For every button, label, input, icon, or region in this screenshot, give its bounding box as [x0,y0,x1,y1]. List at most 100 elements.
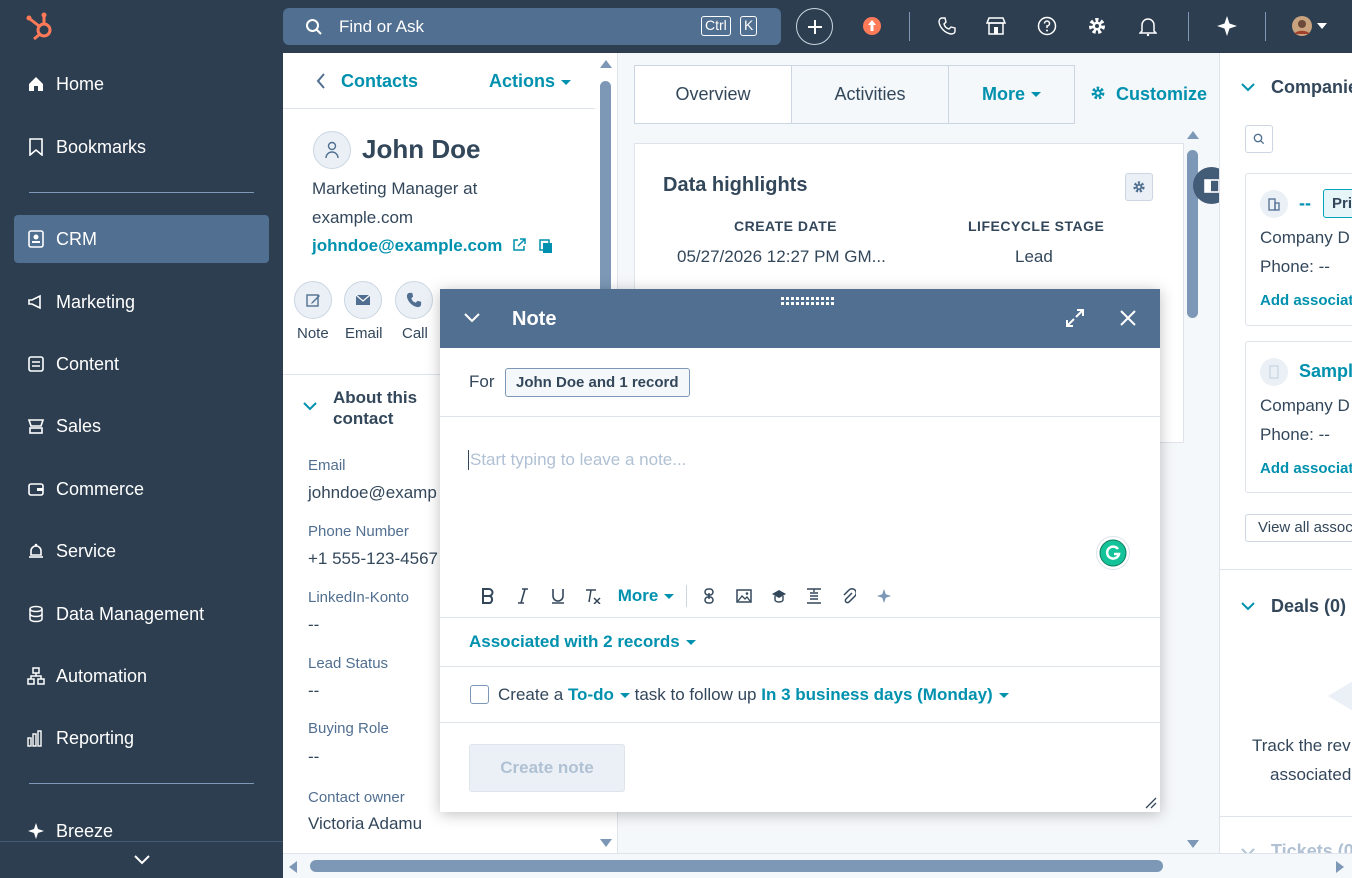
nav-marketing[interactable]: Marketing [14,278,269,326]
deals-section-title[interactable]: Deals (0) [1271,596,1346,617]
add-association-link[interactable]: Add associati [1260,460,1352,477]
insert-link-button[interactable] [691,584,726,608]
card-settings-button[interactable] [1125,173,1153,201]
collapse-chevron-icon[interactable] [463,312,481,324]
actions-dropdown[interactable]: Actions [489,71,572,92]
marketplace-icon[interactable] [984,14,1008,38]
close-icon[interactable] [1119,309,1137,327]
ai-assist-button[interactable] [866,584,901,608]
property-value[interactable]: -- [308,747,319,767]
grammarly-button[interactable] [1096,536,1130,570]
scroll-up-arrow-icon[interactable] [599,59,613,69]
italic-button[interactable] [505,584,540,608]
copilot-sparkle-icon[interactable] [1215,14,1239,38]
hubspot-logo-icon[interactable] [24,10,56,42]
back-to-contacts-link[interactable]: Contacts [341,71,418,92]
note-action-label: Note [297,325,329,342]
nav-reporting[interactable]: Reporting [14,714,269,762]
underline-icon [551,588,565,604]
copy-icon[interactable] [539,239,553,254]
company-name-link[interactable]: Sample [1299,361,1352,382]
person-icon [324,141,340,159]
nav-home[interactable]: Home [14,60,269,108]
drag-handle-icon[interactable] [781,297,835,305]
tab-overview[interactable]: Overview [635,66,792,123]
property-value[interactable]: +1 555-123-4567 [308,549,438,569]
notifications-bell-icon[interactable] [1136,14,1160,38]
insert-snippet-button[interactable] [796,584,831,608]
database-icon [26,604,46,624]
companies-search-button[interactable] [1245,125,1273,153]
nav-sales[interactable]: Sales [14,402,269,450]
customize-button[interactable]: Customize [1116,84,1207,105]
create-note-button[interactable]: Create note [469,744,625,792]
note-modal-header[interactable]: Note [440,289,1160,348]
associated-records-chip[interactable]: John Doe and 1 record [505,368,690,397]
underline-button[interactable] [540,584,575,608]
more-formatting-dropdown[interactable]: More [610,584,682,608]
resize-handle-icon[interactable] [1145,797,1157,809]
sparkle-icon [26,821,46,841]
scroll-left-arrow-icon[interactable] [288,860,298,874]
nav-service[interactable]: Service [14,527,269,575]
search-bar[interactable]: Find or Ask Ctrl K [283,8,781,45]
scroll-up-arrow-icon[interactable] [1186,130,1200,140]
property-value[interactable]: johndoe@examp [308,483,437,503]
clear-format-button[interactable] [575,584,610,608]
scroll-right-arrow-icon[interactable] [1335,860,1345,874]
company-name-link[interactable]: -- [1299,193,1311,214]
task-type-dropdown[interactable]: To-do [568,685,630,704]
chevron-left-icon[interactable] [316,72,326,90]
scroll-down-arrow-icon[interactable] [599,838,613,848]
about-section-title[interactable]: About this [333,388,417,408]
account-avatar-menu[interactable] [1291,14,1327,38]
external-link-icon[interactable] [512,238,526,252]
nav-bookmarks[interactable]: Bookmarks [14,123,269,171]
add-association-link[interactable]: Add associatio [1260,292,1352,309]
tickets-section-title[interactable]: Tickets (0 [1271,841,1352,853]
company-phone: Phone: -- [1260,425,1330,444]
nav-commerce[interactable]: Commerce [14,465,269,513]
search-input[interactable]: Find or Ask [339,17,424,37]
associated-records-dropdown[interactable]: Associated with 2 records [469,632,696,652]
chevron-down-icon[interactable] [302,401,318,411]
attach-file-button[interactable] [831,584,866,608]
nav-crm[interactable]: CRM [14,215,269,263]
section-divider [1220,816,1352,817]
tab-more-dropdown[interactable]: More [949,66,1074,123]
nav-label: Reporting [56,727,135,748]
nav-content[interactable]: Content [14,340,269,388]
companies-section-title[interactable]: Companie [1271,77,1352,98]
nav-data-management[interactable]: Data Management [14,590,269,638]
contact-email-link[interactable]: johndoe@example.com [312,236,502,256]
rich-text-toolbar: More [470,584,901,608]
property-value[interactable]: Victoria Adamu [308,814,422,834]
follow-up-task-checkbox[interactable] [470,685,489,704]
phone-icon[interactable] [935,14,959,38]
note-body-input[interactable]: Start typing to leave a note... [468,447,1088,567]
insert-image-button[interactable] [726,584,761,608]
task-type-label: To-do [567,685,614,704]
scroll-down-arrow-icon[interactable] [1186,839,1200,849]
gear-icon[interactable] [1085,14,1109,38]
horizontal-scrollbar[interactable] [283,853,1352,878]
property-value[interactable]: -- [308,681,319,701]
view-all-associations-button[interactable]: View all assoc [1245,514,1352,542]
expand-icon[interactable] [1065,308,1085,328]
property-value[interactable]: -- [308,615,319,635]
note-action-button[interactable] [294,281,332,319]
email-action-button[interactable] [344,281,382,319]
upgrade-icon[interactable] [860,14,884,38]
chevron-down-icon[interactable] [1240,601,1256,611]
task-due-dropdown[interactable]: In 3 business days (Monday) [761,685,1009,704]
create-new-button[interactable] [796,8,833,45]
chevron-down-icon[interactable] [1240,82,1256,92]
help-icon[interactable] [1035,14,1059,38]
tab-activities[interactable]: Activities [792,66,949,123]
sidebar-expand-toggle[interactable] [0,841,283,878]
horizontal-scroll-thumb[interactable] [310,860,1163,872]
bold-button[interactable] [470,584,505,608]
nav-automation[interactable]: Automation [14,652,269,700]
insert-knowledge-button[interactable] [761,584,796,608]
call-action-button[interactable] [395,281,433,319]
